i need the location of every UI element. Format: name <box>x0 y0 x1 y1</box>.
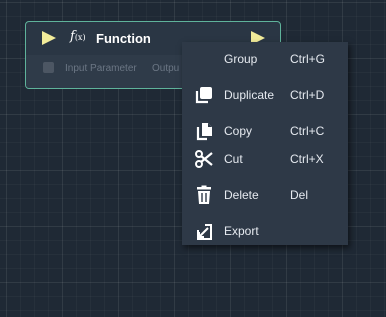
output-parameter-label: Outpu <box>152 63 180 74</box>
menu-item-shortcut: Ctrl+D <box>290 88 325 102</box>
menu-item-label: Copy <box>224 124 253 138</box>
menu-item-shortcut: Ctrl+C <box>290 124 325 138</box>
copy-icon <box>193 120 215 142</box>
menu-item-duplicate[interactable]: Duplicate Ctrl+D <box>182 80 348 108</box>
context-menu: Group Ctrl+G Duplicate Ctrl+D Copy Ctrl+… <box>182 42 348 245</box>
menu-item-label: Delete <box>224 188 259 202</box>
scissors-icon <box>193 148 215 170</box>
input-parameter-checkbox[interactable] <box>43 62 54 73</box>
menu-item-label: Group <box>224 52 258 66</box>
menu-item-shortcut: Del <box>290 188 309 202</box>
input-parameter-label: Input Parameter <box>65 63 137 74</box>
menu-item-export[interactable]: Export <box>182 216 348 244</box>
menu-item-shortcut: Ctrl+G <box>290 52 326 66</box>
function-icon: f(x) <box>70 29 86 44</box>
menu-item-delete[interactable]: Delete Del <box>182 180 348 208</box>
export-icon <box>193 220 215 242</box>
node-title: Function <box>96 31 151 46</box>
menu-item-label: Duplicate <box>224 88 275 102</box>
menu-item-shortcut: Ctrl+X <box>290 152 324 166</box>
menu-item-group[interactable]: Group Ctrl+G <box>182 44 348 72</box>
menu-item-copy[interactable]: Copy Ctrl+C <box>182 116 348 144</box>
duplicate-icon <box>193 84 215 106</box>
menu-item-cut[interactable]: Cut Ctrl+X <box>182 144 348 172</box>
trash-icon <box>193 184 215 206</box>
menu-item-label: Cut <box>224 152 243 166</box>
menu-item-label: Export <box>224 224 259 238</box>
exec-input-pin-icon[interactable] <box>42 31 56 45</box>
